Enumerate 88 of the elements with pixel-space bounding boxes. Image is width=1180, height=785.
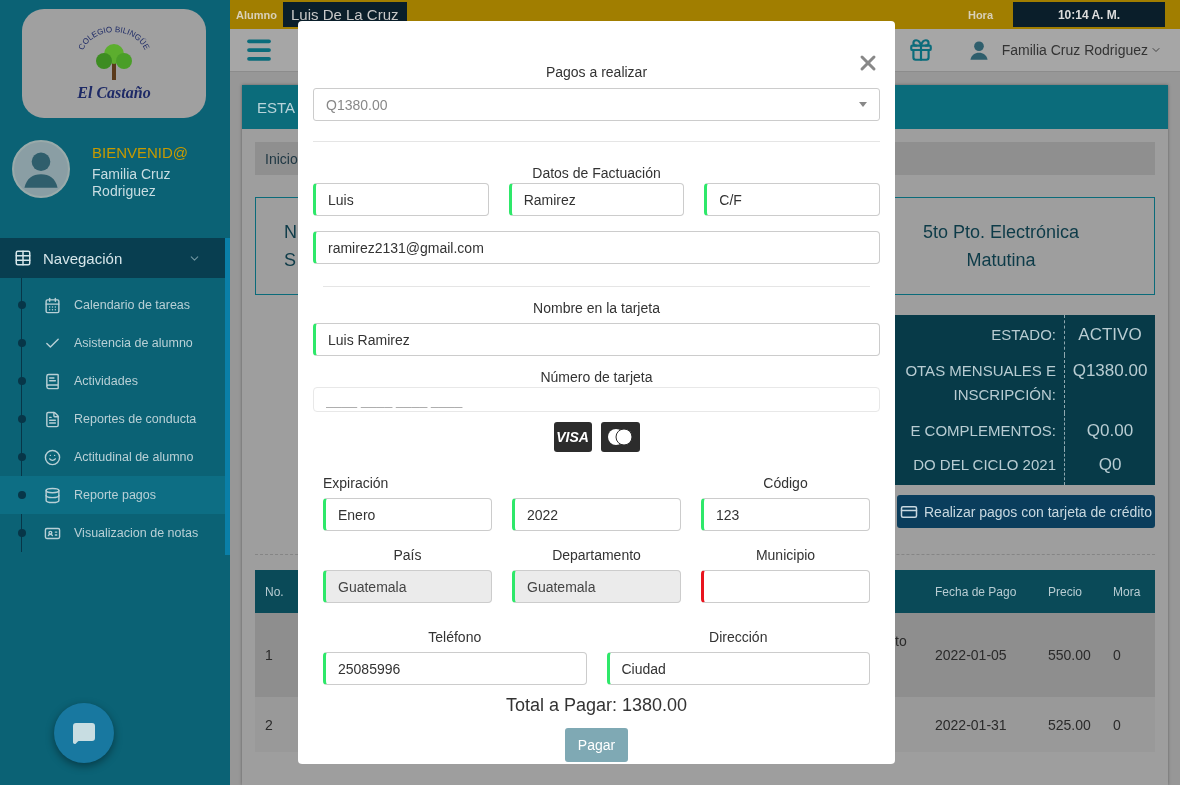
payment-select[interactable]: Q1380.00	[313, 88, 880, 121]
nav-header[interactable]: Navegación	[0, 238, 225, 278]
expiration-label: Expiración	[323, 474, 390, 493]
billing-title: Datos de Factuación	[531, 164, 662, 183]
nav-item[interactable]: Actitudinal de alumno	[0, 438, 225, 476]
nav-item[interactable]: Reportes de conducta	[0, 400, 225, 438]
nav-item[interactable]: Visualizacion de notas	[0, 514, 225, 552]
card-title: ESTA	[257, 98, 296, 116]
table-cell-text: 0	[1112, 647, 1122, 663]
summary-value: ACTIVO	[1078, 325, 1142, 344]
summary-label: DO DEL CICLO 2021	[913, 456, 1056, 473]
timeline-dot	[18, 377, 26, 385]
table-cell-text: 1	[264, 647, 274, 663]
table-cell-text: 0	[1112, 716, 1122, 733]
nav-item[interactable]: Calendario de tareas	[0, 286, 225, 324]
input-field[interactable]: 123	[701, 498, 870, 531]
timeline-dot	[18, 415, 26, 423]
summary-value: Q1380.00	[1072, 361, 1148, 380]
summary-value: Q0.00	[1086, 421, 1134, 440]
smiley-icon	[44, 448, 61, 466]
column-header: Fecha de Pago	[934, 584, 1018, 599]
table-cell-text: to	[895, 633, 908, 649]
column-header: Mora	[1112, 584, 1142, 599]
table-cell-text: 2	[264, 716, 274, 733]
database-icon	[44, 486, 61, 504]
input-field[interactable]	[701, 570, 870, 603]
input-field[interactable]: 2022	[512, 498, 681, 531]
nav-item[interactable]: Reporte pagos	[0, 476, 225, 514]
info-text: 5to Pto. Electrónica	[922, 221, 1079, 243]
card-number-label: Número de tarjeta	[539, 368, 654, 387]
user-name: Familia Cruz Rodriguez	[92, 166, 172, 200]
timeline-dot	[18, 453, 26, 461]
code-label: Código	[762, 474, 809, 493]
summary-label: OTAS MENSUALES E INSCRIPCIÓN:	[905, 362, 1056, 403]
gift-icon[interactable]	[907, 37, 934, 64]
nav-item[interactable]: Asistencia de alumno	[0, 324, 225, 362]
pay-card-button[interactable]: Realizar pagos con tarjeta de crédito	[897, 495, 1155, 528]
payment-label: Pagos a realizar	[544, 63, 649, 82]
card-number-field[interactable]: ____ ____ ____ ____	[313, 387, 880, 412]
chat-button[interactable]	[54, 703, 114, 763]
nav-item[interactable]: Actividades	[0, 362, 225, 400]
table-icon	[14, 249, 32, 267]
timeline-dot	[18, 301, 26, 309]
input-field[interactable]: Enero	[323, 498, 492, 531]
card-name-label: Nombre en la tarjeta	[532, 299, 661, 318]
table-cell-text: 525.00	[1047, 716, 1092, 733]
input-field[interactable]: C/F	[704, 183, 880, 216]
field-label: Dirección	[708, 628, 769, 647]
time-display: 10:14 A. M.	[1013, 2, 1165, 28]
table-cell-text: 2022-01-31	[934, 716, 1008, 733]
input-field[interactable]: Ciudad	[606, 652, 870, 685]
user-avatar	[12, 140, 70, 198]
total-text: Total a Pagar: 1380.00	[504, 695, 689, 717]
field-label: País	[392, 546, 423, 565]
summary-label: E COMPLEMENTOS:	[910, 422, 1056, 439]
visa-logo: VISA	[553, 422, 592, 452]
time-label: Hora	[967, 8, 993, 21]
calendar-icon	[44, 296, 61, 314]
caret-icon	[859, 102, 867, 107]
book-icon	[44, 372, 61, 390]
nav-title: Navegación	[43, 249, 124, 267]
message-icon	[72, 721, 96, 745]
welcome-text: BIENVENID@	[92, 144, 190, 161]
table-cell-text: 2022-01-05	[934, 647, 1008, 663]
summary-value: Q0	[1098, 455, 1122, 474]
timeline-dot	[18, 339, 26, 347]
timeline-dot	[18, 491, 26, 499]
document-icon	[44, 410, 61, 428]
breadcrumb-link[interactable]: Inicio	[265, 150, 298, 167]
column-header: No.	[264, 584, 285, 599]
summary-label: ESTADO:	[991, 326, 1056, 343]
field-label: Municipio	[754, 546, 817, 565]
input-field[interactable]: Luis Ramirez	[313, 323, 880, 356]
input-field[interactable]: Ramirez	[508, 183, 685, 216]
info-text: Matutina	[966, 249, 1036, 271]
email-field[interactable]: ramirez2131@gmail.com	[313, 231, 880, 264]
input-field[interactable]: 25085996	[323, 652, 587, 685]
field-label: Departamento	[551, 546, 642, 565]
info-text: S	[284, 249, 296, 271]
field-label: Teléfono	[427, 628, 483, 647]
table-cell-text: 550.00	[1047, 647, 1092, 663]
column-header: Precio	[1047, 584, 1083, 599]
info-text: N	[284, 221, 297, 243]
student-label: Alumno	[236, 8, 277, 21]
timeline-dot	[18, 529, 26, 537]
circles-icon	[607, 428, 633, 446]
user-menu[interactable]: Familia Cruz Rodriguez	[1001, 42, 1148, 59]
input-field[interactable]: Luis	[313, 183, 489, 216]
